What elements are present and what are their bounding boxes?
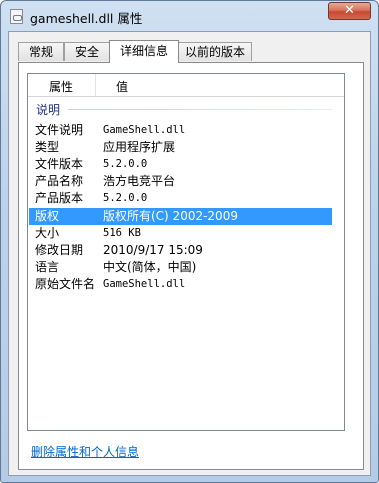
close-button[interactable]: ✕ <box>328 2 371 20</box>
list-item-product-version[interactable]: 产品版本 5.2.0.0 <box>29 190 332 207</box>
property-name: 文件说明 <box>35 123 84 137</box>
properties-window: gameshell.dll 属性 ✕ 常规 安全 详细信息 以前的版本 属性 值… <box>0 0 379 483</box>
remove-properties-link[interactable]: 删除属性和个人信息 <box>31 443 139 460</box>
tab-general[interactable]: 常规 <box>18 42 64 61</box>
list-item-file-version[interactable]: 文件版本 5.2.0.0 <box>29 156 332 173</box>
property-name: 类型 <box>35 140 60 154</box>
list-item-copyright[interactable]: 版权 版权所有(C) 2002-2009 <box>29 208 332 225</box>
list-item-language[interactable]: 语言 中文(简体，中国) <box>29 259 332 276</box>
property-name: 大小 <box>35 226 60 240</box>
group-header-description: 说明 <box>34 101 332 117</box>
window-title: gameshell.dll 属性 <box>30 11 143 26</box>
list-item-original-filename[interactable]: 原始文件名 GameShell.dll <box>29 276 332 293</box>
property-value: 516 KB <box>103 227 141 239</box>
property-name: 语言 <box>35 260 60 274</box>
property-name: 原始文件名 <box>35 277 96 291</box>
list-item-file-description[interactable]: 文件说明 GameShell.dll <box>29 122 332 139</box>
property-value: 应用程序扩展 <box>103 140 176 154</box>
tab-security[interactable]: 安全 <box>64 42 110 61</box>
title-bar[interactable]: gameshell.dll 属性 ✕ <box>1 1 378 31</box>
list-item-type[interactable]: 类型 应用程序扩展 <box>29 139 332 156</box>
dialog-client-area: 常规 安全 详细信息 以前的版本 属性 值 说明 文件说明 GameShell.… <box>8 31 371 476</box>
tab-details[interactable]: 详细信息 <box>109 40 179 63</box>
group-label: 说明 <box>36 103 61 117</box>
property-value: GameShell.dll <box>103 278 186 290</box>
property-name: 版权 <box>35 209 60 223</box>
tab-previous-versions[interactable]: 以前的版本 <box>178 42 252 61</box>
details-list[interactable]: 属性 值 说明 文件说明 GameShell.dll 类型 应用程序扩展 文件版… <box>27 73 345 431</box>
property-value: 浩方电竞平台 <box>103 174 176 188</box>
property-value: 版权所有(C) 2002-2009 <box>103 209 238 223</box>
property-name: 产品名称 <box>35 174 84 188</box>
list-item-product-name[interactable]: 产品名称 浩方电竞平台 <box>29 173 332 190</box>
property-name: 修改日期 <box>35 243 84 257</box>
property-value: 5.2.0.0 <box>103 192 148 204</box>
column-divider[interactable] <box>95 74 96 96</box>
list-item-size[interactable]: 大小 516 KB <box>29 225 332 242</box>
close-icon: ✕ <box>344 3 355 18</box>
property-name: 产品版本 <box>35 191 84 205</box>
property-name: 文件版本 <box>35 157 84 171</box>
details-panel: 属性 值 说明 文件说明 GameShell.dll 类型 应用程序扩展 文件版… <box>18 62 364 470</box>
group-divider <box>68 109 332 110</box>
vertical-scrollbar[interactable] <box>333 97 344 430</box>
property-value: 2010/9/17 15:09 <box>103 243 203 257</box>
property-value: 中文(简体，中国) <box>103 260 197 274</box>
property-value: GameShell.dll <box>103 124 186 136</box>
column-header: 属性 值 <box>28 74 344 97</box>
property-value: 5.2.0.0 <box>103 158 148 170</box>
list-item-date-modified[interactable]: 修改日期 2010/9/17 15:09 <box>29 242 332 259</box>
column-header-value[interactable]: 值 <box>116 78 128 95</box>
column-header-property[interactable]: 属性 <box>49 78 73 95</box>
dll-file-icon <box>10 9 23 24</box>
